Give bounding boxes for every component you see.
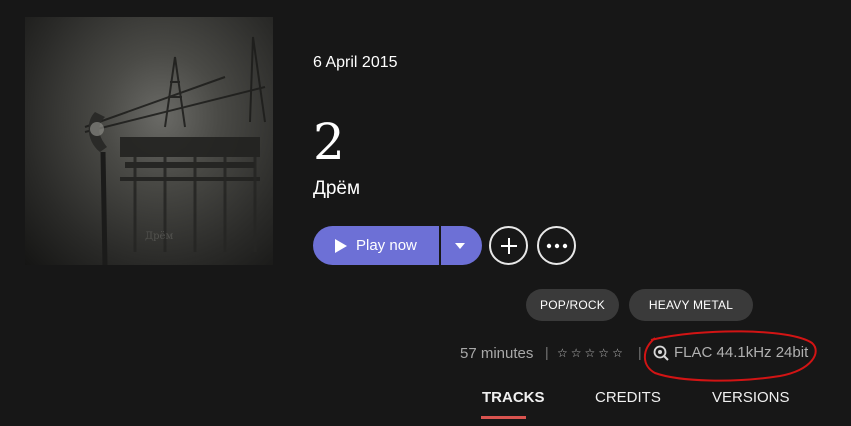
- play-controls: Play now: [313, 226, 482, 265]
- plus-icon: [500, 237, 517, 254]
- hi-res-search-icon: [653, 345, 669, 361]
- album-title: 2: [313, 113, 345, 171]
- artist-name[interactable]: Дрём: [313, 178, 360, 200]
- tab-credits[interactable]: CREDITS: [595, 389, 661, 406]
- genre-tag-heavy-metal[interactable]: HEAVY METAL: [629, 289, 753, 321]
- star-icon[interactable]: ☆: [598, 346, 609, 360]
- album-cover-art: Дрём: [84, 36, 266, 265]
- genre-tag-pop-rock[interactable]: POP/ROCK: [526, 289, 619, 321]
- more-options-button[interactable]: [537, 226, 576, 265]
- caret-down-icon: [454, 242, 465, 249]
- play-now-button[interactable]: Play now: [313, 226, 439, 265]
- play-now-label: Play now: [356, 237, 417, 254]
- add-to-library-button[interactable]: [489, 226, 528, 265]
- audio-quality-label: FLAC 44.1kHz 24bit: [674, 344, 809, 361]
- rating-stars[interactable]: ☆ ☆ ☆ ☆ ☆: [557, 346, 623, 360]
- play-icon: [335, 238, 347, 253]
- album-page: Дрём 6 April 2015 2 Дрём Play now POP/RO…: [0, 0, 851, 426]
- star-icon[interactable]: ☆: [571, 346, 582, 360]
- meta-separator: |: [638, 344, 642, 360]
- album-duration: 57 minutes: [460, 345, 534, 362]
- star-icon[interactable]: ☆: [585, 346, 596, 360]
- ellipsis-icon: [546, 243, 567, 248]
- active-tab-indicator: [481, 416, 526, 419]
- star-icon[interactable]: ☆: [557, 346, 568, 360]
- meta-separator: |: [545, 344, 549, 360]
- album-cover[interactable]: Дрём: [25, 17, 273, 265]
- svg-text:Дрём: Дрём: [145, 231, 173, 242]
- audio-quality: FLAC 44.1kHz 24bit: [653, 344, 808, 361]
- tab-versions[interactable]: VERSIONS: [712, 389, 790, 406]
- tab-tracks[interactable]: TRACKS: [482, 389, 545, 406]
- star-icon[interactable]: ☆: [612, 346, 623, 360]
- release-date: 6 April 2015: [313, 54, 398, 71]
- album-tabs: TRACKS CREDITS VERSIONS: [0, 389, 851, 426]
- play-options-dropdown[interactable]: [441, 226, 482, 265]
